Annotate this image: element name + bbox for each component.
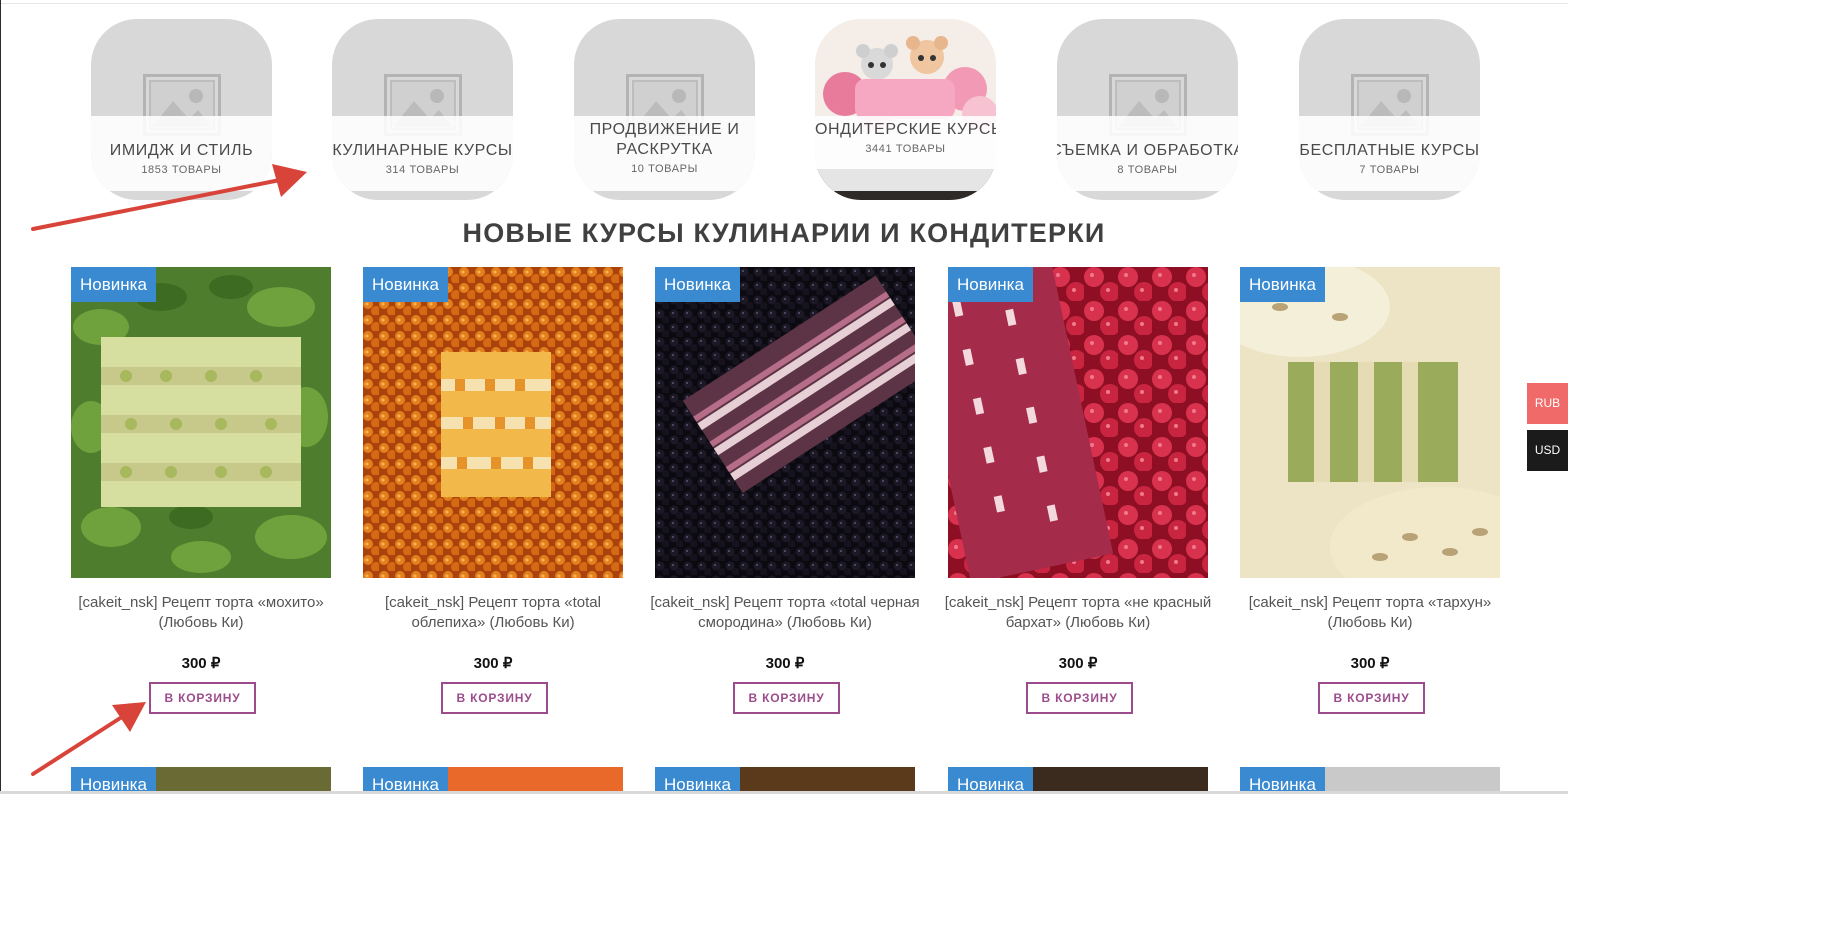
product-image[interactable]: Новинка [1240,767,1500,791]
new-badge: Новинка [655,767,740,791]
category-name: КУЛИНАРНЫЕ КУРСЫ [332,142,513,159]
category-label: БЕСПЛАТНЫЕ КУРСЫ 7 ТОВАРЫ [1299,141,1480,178]
product-image[interactable]: Новинка [363,767,623,791]
category-name: ИМИДЖ И СТИЛЬ [109,142,254,159]
category-label: СЪЕМКА И ОБРАБОТКА 8 ТОВАРЫ [1057,141,1238,178]
new-badge: Новинка [655,267,740,302]
product-image[interactable]: Новинка [655,767,915,791]
arrow-annotation [31,702,146,776]
window-edge [0,0,1,794]
category-count: 10 ТОВАРЫ [631,163,698,175]
product-image[interactable]: Новинка [948,767,1208,791]
sea-buckthorn-cake-photo [363,267,623,578]
product-title-link[interactable]: [cakeit_nsk] Рецепт торта «total облепих… [357,593,629,633]
add-to-cart-button[interactable]: В КОРЗИНУ [733,682,840,714]
product-price: 300 ₽ [765,655,805,672]
product-image[interactable]: Новинка [71,267,331,578]
product-price: 300 ₽ [1058,655,1098,672]
add-to-cart-button[interactable]: В КОРЗИНУ [441,682,548,714]
category-count: 314 ТОВАРЫ [385,164,460,176]
category-label: КУЛИНАРНЫЕ КУРСЫ 314 ТОВАРЫ [332,141,513,178]
category-tile-confectionery-courses[interactable]: КОНДИТЕРСКИЕ КУРСЫ 3441 ТОВАРЫ [815,19,996,200]
category-tile-photo-editing[interactable]: СЪЕМКА И ОБРАБОТКА 8 ТОВАРЫ [1057,19,1238,200]
new-badge: Новинка [948,267,1033,302]
section-title: НОВЫЕ КУРСЫ КУЛИНАРИИ И КОНДИТЕРКИ [462,218,1106,248]
category-name: КОНДИТЕРСКИЕ КУРСЫ [815,121,996,138]
category-count: 1853 ТОВАРЫ [141,164,222,176]
add-to-cart-button[interactable]: В КОРЗИНУ [1318,682,1425,714]
category-label: КОНДИТЕРСКИЕ КУРСЫ 3441 ТОВАРЫ [815,120,996,157]
product-title-link[interactable]: [cakeit_nsk] Рецепт торта «мохито» (Любо… [65,593,337,633]
category-tile-free-courses[interactable]: БЕСПЛАТНЫЕ КУРСЫ 7 ТОВАРЫ [1299,19,1480,200]
category-tile-promotion[interactable]: ПРОДВИЖЕНИЕ И РАСКРУТКА 10 ТОВАРЫ [574,19,755,200]
currency-rub-button[interactable]: RUB [1527,383,1568,424]
new-badge: Новинка [1240,267,1325,302]
new-badge: Новинка [71,767,156,791]
product-title-link[interactable]: [cakeit_nsk] Рецепт торта «тархун» (Любо… [1234,593,1506,633]
product-image[interactable]: Новинка [655,267,915,578]
red-velvet-cake-photo [948,267,1208,578]
mojito-cake-photo [71,267,331,578]
new-badge: Новинка [363,767,448,791]
bottom-divider [0,791,1568,794]
category-tile-image-style[interactable]: ИМИДЖ И СТИЛЬ 1853 ТОВАРЫ [91,19,272,200]
blackcurrant-cake-photo [655,267,915,578]
new-badge: Новинка [363,267,448,302]
product-image[interactable]: Новинка [71,767,331,791]
category-count: 8 ТОВАРЫ [1117,164,1178,176]
category-label: ИМИДЖ И СТИЛЬ 1853 ТОВАРЫ [91,141,272,178]
category-name: БЕСПЛАТНЫЕ КУРСЫ [1299,142,1480,159]
new-badge: Новинка [948,767,1033,791]
new-badge: Новинка [1240,767,1325,791]
category-name: ПРОДВИЖЕНИЕ И РАСКРУТКА [589,121,740,158]
category-count: 7 ТОВАРЫ [1359,164,1420,176]
category-count: 3441 ТОВАРЫ [865,143,946,155]
tarragon-cake-photo [1240,267,1500,578]
product-price: 300 ₽ [1350,655,1390,672]
category-name: СЪЕМКА И ОБРАБОТКА [1057,142,1238,159]
product-price: 300 ₽ [473,655,513,672]
product-image[interactable]: Новинка [948,267,1208,578]
product-title-link[interactable]: [cakeit_nsk] Рецепт торта «total черная … [649,593,921,633]
product-price: 300 ₽ [181,655,221,672]
new-badge: Новинка [71,267,156,302]
product-image[interactable]: Новинка [363,267,623,578]
currency-usd-button[interactable]: USD [1527,430,1568,471]
product-image[interactable]: Новинка [1240,267,1500,578]
top-divider [0,3,1568,4]
add-to-cart-button[interactable]: В КОРЗИНУ [149,682,256,714]
category-tile-culinary-courses[interactable]: КУЛИНАРНЫЕ КУРСЫ 314 ТОВАРЫ [332,19,513,200]
product-title-link[interactable]: [cakeit_nsk] Рецепт торта «не красный ба… [942,593,1214,633]
category-label: ПРОДВИЖЕНИЕ И РАСКРУТКА 10 ТОВАРЫ [574,120,755,177]
add-to-cart-button[interactable]: В КОРЗИНУ [1026,682,1133,714]
